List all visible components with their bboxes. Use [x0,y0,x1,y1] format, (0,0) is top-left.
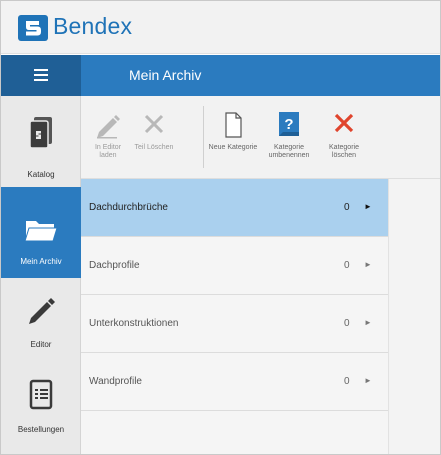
nav-label-editor: Editor [30,340,52,349]
nav-label-katalog: Katalog [27,170,55,179]
help-rename-icon: ? [263,110,315,140]
rename-category-button[interactable]: ? Kategorie umbenennen [263,96,315,179]
delete-part-button[interactable]: Teil Löschen [129,96,179,179]
load-in-editor-label-line1: In Editor [94,144,122,151]
page-title: Mein Archiv [129,67,202,83]
delete-category-button[interactable]: Kategorie löschen [319,96,369,179]
rename-category-label-line1: Kategorie [274,144,304,151]
nav-label-mein-archiv: Mein Archiv [20,257,62,266]
arrow-right-icon: ► [364,318,372,327]
nav-item-katalog[interactable]: Katalog [1,96,81,187]
nav-item-editor[interactable]: Editor [1,278,81,369]
delete-category-label: Kategorie löschen [319,144,369,160]
left-nav: Katalog Mein Archiv Editor Bestellungen [1,96,81,454]
toolbar: In Editor laden Teil Löschen Neue Katego… [81,96,440,179]
list-item[interactable]: Dachdurchbrüche 0 ► [81,179,388,237]
toolbar-separator [203,106,204,168]
load-in-editor-label-line2: laden [99,152,117,159]
red-close-icon [319,110,369,140]
delete-part-label: Teil Löschen [134,144,174,151]
category-name: Wandprofile [89,376,142,387]
category-count: 0 [344,202,350,213]
load-in-editor-button[interactable]: In Editor laden [87,96,129,179]
clipboard-icon [1,379,81,416]
rename-category-label-line2: umbenennen [268,152,310,159]
load-in-editor-label: In Editor laden [87,144,129,160]
list-item[interactable]: Unterkonstruktionen 0 ► [81,295,388,353]
category-name: Dachdurchbrüche [89,202,168,213]
nav-label-bestellungen: Bestellungen [17,425,65,434]
arrow-right-icon: ► [364,202,372,211]
category-list: Dachdurchbrüche 0 ► Dachprofile 0 ► Unte… [81,179,388,454]
menu-button[interactable] [1,55,81,96]
header-bar: Mein Archiv [1,55,440,96]
list-item[interactable]: Wandprofile 0 ► [81,353,388,411]
rename-category-label: Kategorie umbenennen [263,144,315,160]
detail-panel [388,179,440,454]
category-name: Unterkonstruktionen [89,318,179,329]
pencil-icon [1,294,81,331]
new-category-button[interactable]: Neue Kategorie [207,96,259,179]
bendex-logo-icon [18,15,48,41]
app-brand: Bendex [53,13,133,39]
close-icon [129,110,179,140]
arrow-right-icon: ► [364,260,372,269]
hamburger-icon [34,69,48,81]
folder-icon [1,217,81,248]
category-name: Dachprofile [89,260,140,271]
delete-category-label-line2: löschen [331,152,357,159]
nav-item-bestellungen[interactable]: Bestellungen [1,369,81,455]
pencil-icon [87,110,129,140]
new-document-icon [207,110,259,140]
nav-item-mein-archiv[interactable]: Mein Archiv [1,187,81,278]
new-category-label: Neue Kategorie [208,144,258,151]
arrow-right-icon: ► [364,376,372,385]
delete-category-label-line1: Kategorie [329,144,359,151]
category-count: 0 [344,318,350,329]
list-item[interactable]: Dachprofile 0 ► [81,237,388,295]
category-count: 0 [344,376,350,387]
category-count: 0 [344,260,350,271]
svg-text:?: ? [284,116,293,133]
title-bar: Bendex [1,1,440,54]
book-icon [1,116,81,155]
